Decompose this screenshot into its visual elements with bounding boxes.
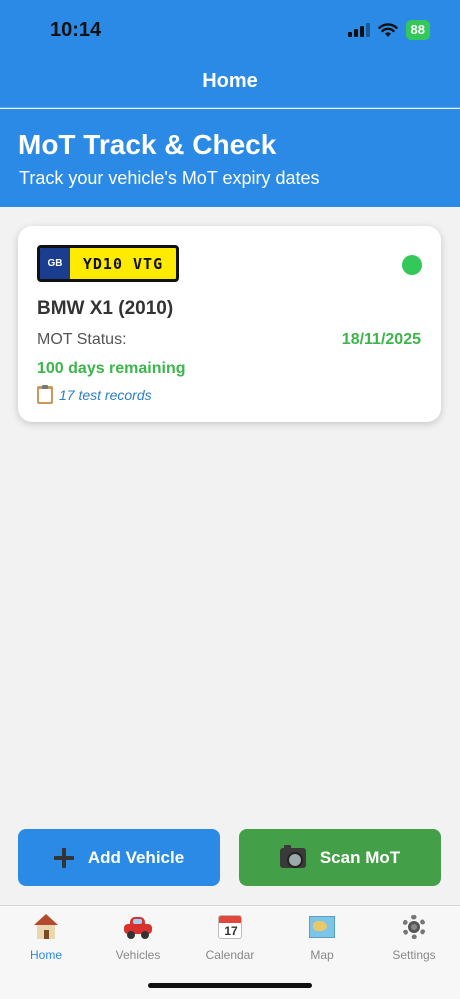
app-subtitle: Track your vehicle's MoT expiry dates <box>19 168 320 188</box>
plate-country: GB <box>40 248 70 279</box>
plus-icon <box>53 847 74 868</box>
add-vehicle-button[interactable]: Add Vehicle <box>18 829 220 886</box>
app-title: MoT Track & Check <box>18 129 277 160</box>
mot-status-indicator <box>402 255 422 275</box>
nav-title: Home <box>202 70 258 92</box>
status-icons: 88 <box>347 20 430 40</box>
car-icon <box>123 912 153 942</box>
mot-status-label: MOT Status: <box>37 331 127 348</box>
calendar-icon: 17 <box>215 912 245 942</box>
hero-banner: MoT Track & Check Track your vehicle's M… <box>0 109 460 207</box>
tab-home[interactable]: Home <box>0 912 92 962</box>
test-records-label: 17 test records <box>59 387 152 403</box>
test-records-link[interactable]: 17 test records <box>37 385 152 404</box>
cellular-signal-icon <box>347 23 370 37</box>
wifi-icon <box>377 22 398 37</box>
camera-icon <box>279 844 306 868</box>
tab-settings-label: Settings <box>392 948 436 962</box>
vehicle-card[interactable]: GB YD10 VTG BMW X1 (2010) MOT Status: 18… <box>18 226 441 422</box>
status-time: 10:14 <box>50 19 102 41</box>
clipboard-icon <box>37 385 53 404</box>
tab-vehicles[interactable]: Vehicles <box>92 912 184 962</box>
tab-settings[interactable]: Settings <box>368 912 460 962</box>
battery-icon: 88 <box>405 20 430 40</box>
days-remaining: 100 days remaining <box>37 360 186 377</box>
plate-registration: YD10 VTG <box>82 254 164 273</box>
scan-mot-button[interactable]: Scan MoT <box>239 829 441 886</box>
mot-expiry-date: 18/11/2025 <box>341 331 421 348</box>
home-indicator <box>148 983 312 988</box>
tab-map-label: Map <box>310 948 334 962</box>
gear-icon <box>399 912 429 942</box>
add-vehicle-label: Add Vehicle <box>87 847 185 867</box>
map-icon <box>307 912 337 942</box>
tab-map[interactable]: Map <box>276 912 368 962</box>
tab-vehicles-label: Vehicles <box>115 948 161 962</box>
tab-calendar[interactable]: 17 Calendar <box>184 912 276 962</box>
house-icon <box>31 912 61 942</box>
scan-mot-label: Scan MoT <box>319 847 401 867</box>
license-plate: GB YD10 VTG <box>37 245 179 282</box>
nav-bar: Home <box>0 60 460 108</box>
vehicle-name: BMW X1 (2010) <box>37 298 174 319</box>
tab-calendar-label: Calendar <box>205 948 255 962</box>
tab-home-label: Home <box>29 948 62 962</box>
status-bar: 10:14 88 <box>0 0 460 60</box>
